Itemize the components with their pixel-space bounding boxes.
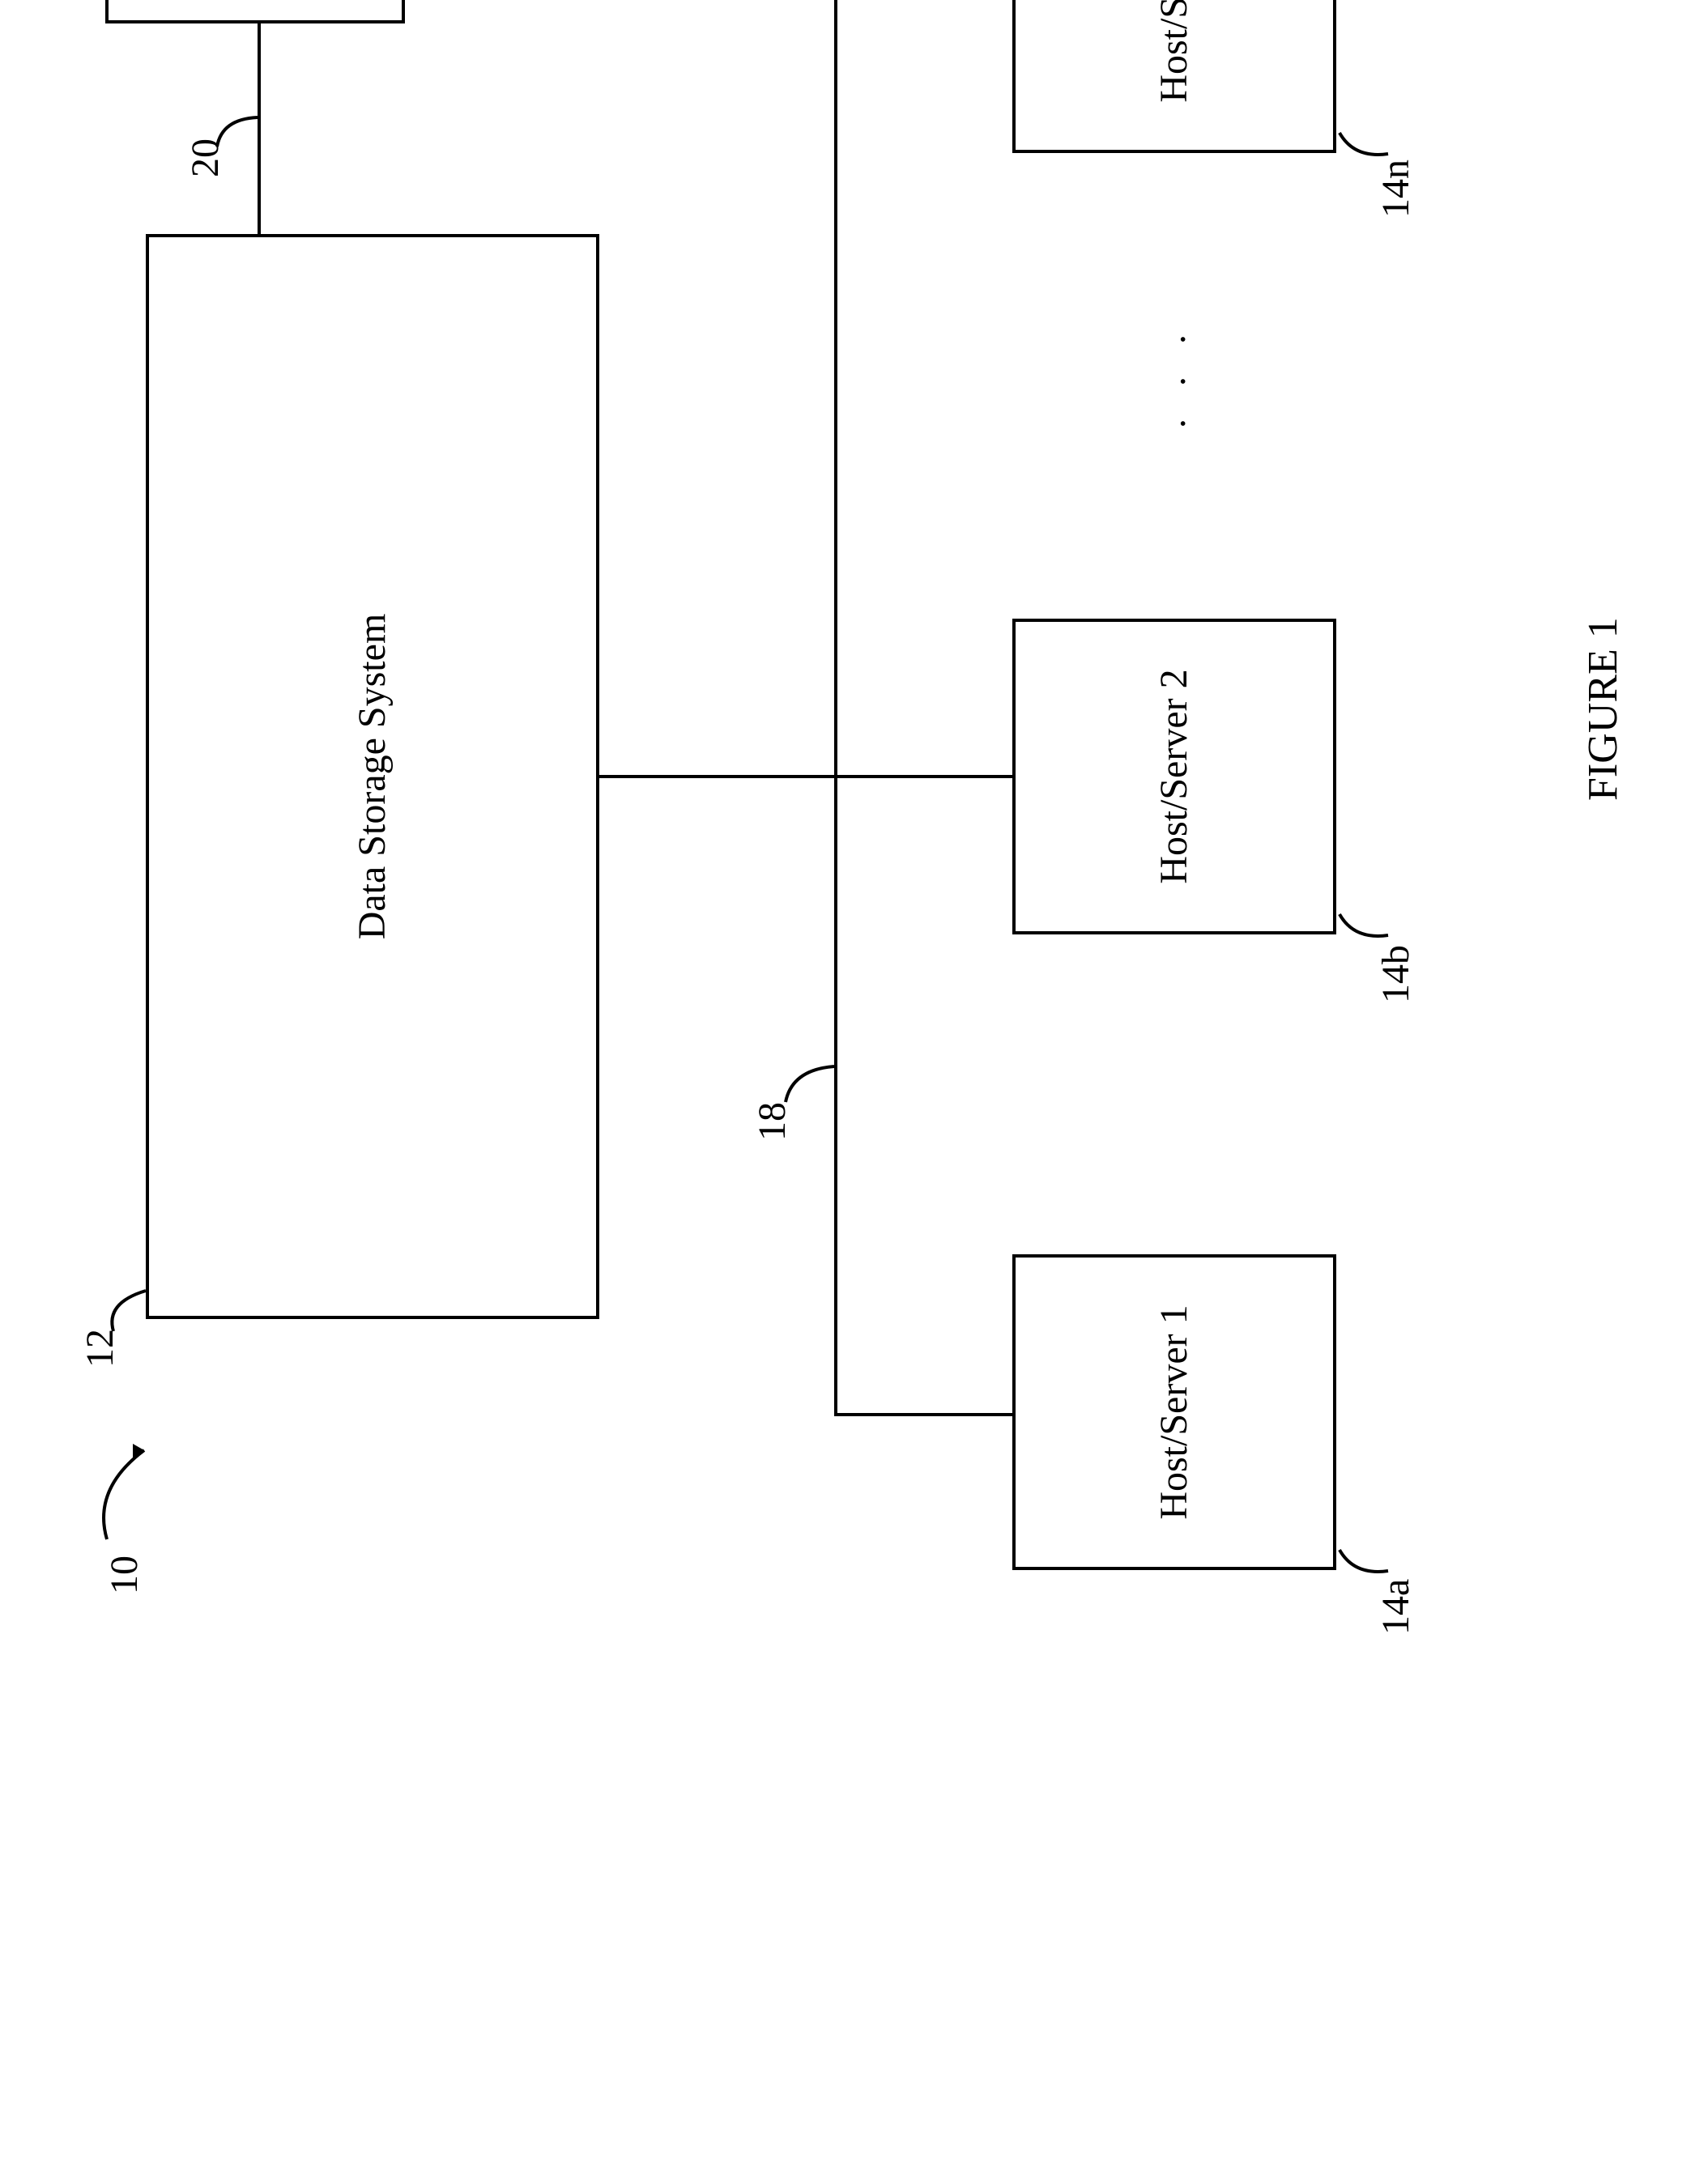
data-storage-system-box: Data Storage System: [146, 234, 599, 1319]
host-1-label: Host/Server 1: [1150, 1304, 1199, 1519]
management-system-box: Management System 16: [105, 0, 405, 23]
host-n-box: Host/Server n: [1012, 0, 1336, 153]
host-2-ref: 14b: [1377, 945, 1416, 1003]
system-ref-label: 10: [105, 1556, 144, 1594]
host-2-label: Host/Server 2: [1150, 669, 1199, 883]
conn-20-curve: [211, 104, 261, 153]
host-2-box: Host/Server 2: [1012, 619, 1336, 934]
host-n-ref: 14n: [1377, 160, 1416, 218]
bus-ref-curve: [777, 1052, 837, 1109]
host-2-ref-curve: [1336, 898, 1393, 947]
system-ref-arrow: [97, 1432, 170, 1546]
host-1-box: Host/Server 1: [1012, 1254, 1336, 1570]
host-1-ref: 14a: [1377, 1579, 1416, 1635]
host-n-label: Host/Server n: [1150, 0, 1199, 103]
storage-ref-curve: [97, 1279, 154, 1335]
bus-drop-2: [834, 775, 1012, 778]
bus-line: [834, 0, 837, 1416]
hosts-ellipsis: . . .: [1150, 323, 1195, 428]
data-storage-system-label: Data Storage System: [348, 614, 397, 940]
bus-drop-1: [834, 1413, 1012, 1416]
figure-caption: FIGURE 1: [1579, 617, 1627, 801]
storage-to-bus-vline: [599, 775, 834, 778]
host-1-ref-curve: [1336, 1534, 1393, 1582]
host-n-ref-curve: [1336, 117, 1393, 165]
